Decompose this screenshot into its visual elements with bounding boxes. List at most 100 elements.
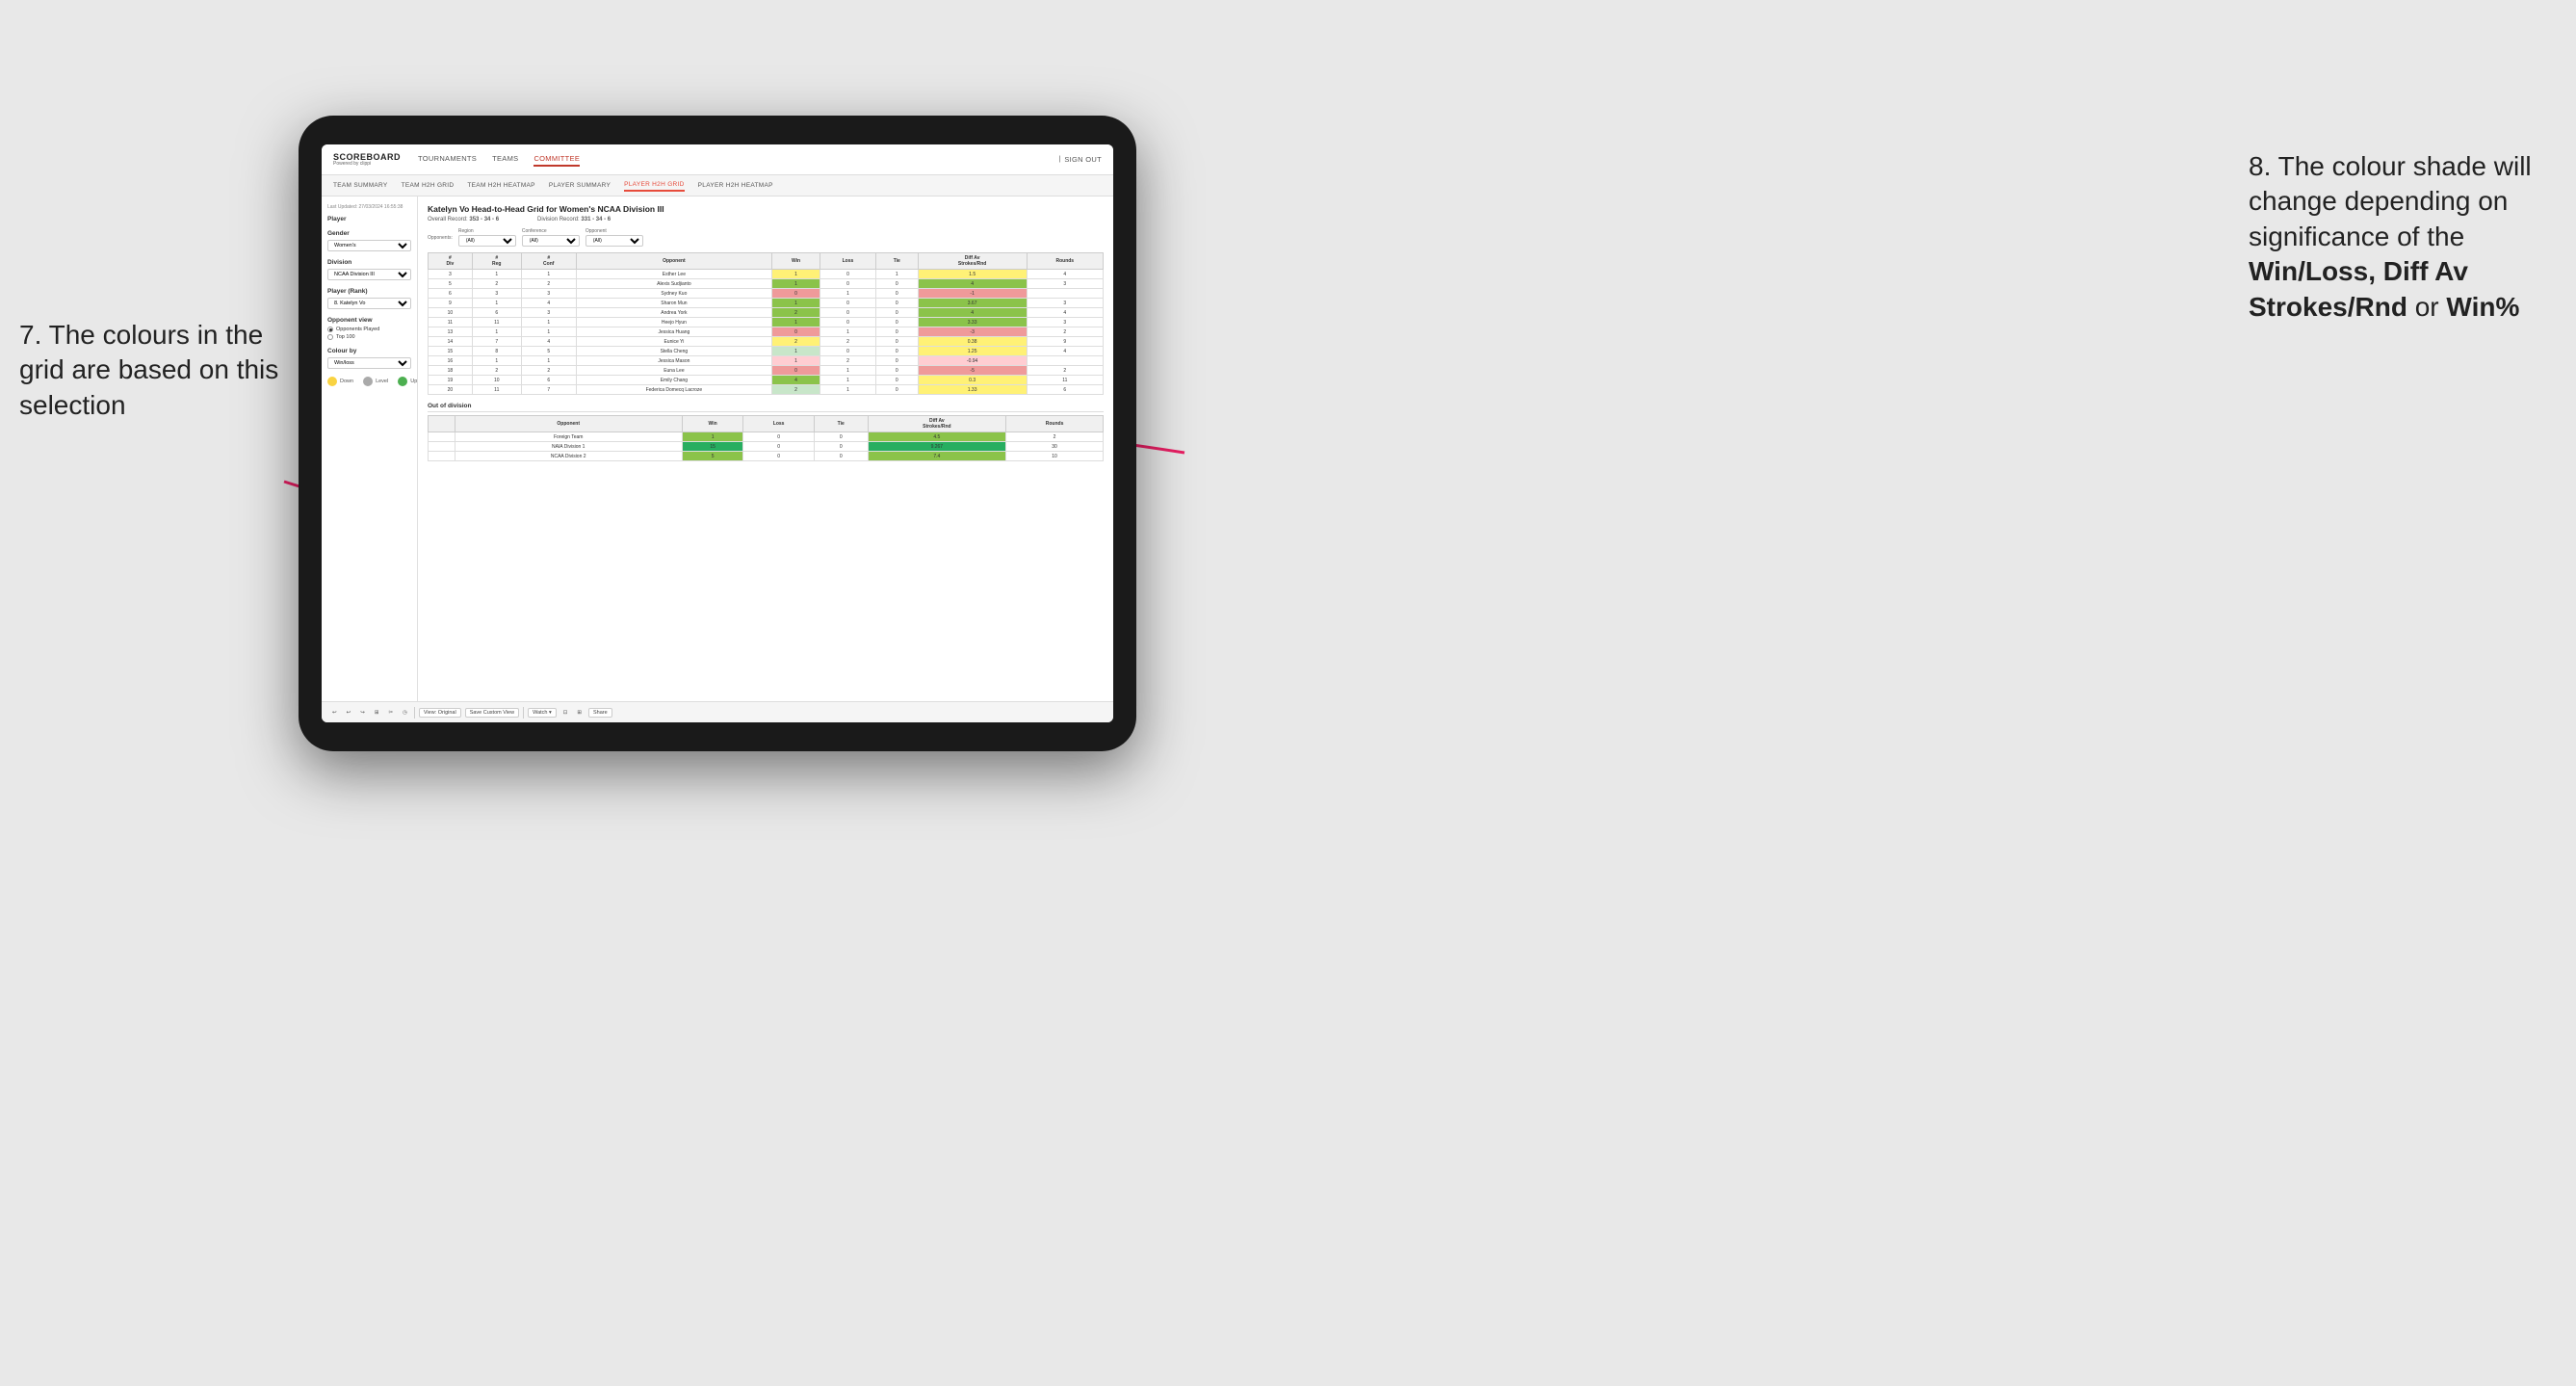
bottom-toolbar: ↩ ↩ ↪ ⊞ ✂ ◷ View: Original Save Custom V… xyxy=(322,701,1113,722)
td-tie-2: 0 xyxy=(875,289,918,299)
ood-td-tie-0: 0 xyxy=(814,432,868,442)
ood-td-win-1: 15 xyxy=(682,442,743,452)
td-conf-2: 3 xyxy=(521,289,576,299)
toolbar-grid[interactable]: ⊞ xyxy=(372,709,382,717)
filter-conference: Conference (All) xyxy=(522,228,580,247)
td-diff-11: 0.3 xyxy=(918,376,1027,385)
td-tie-12: 0 xyxy=(875,385,918,395)
td-div-12: 20 xyxy=(429,385,473,395)
sub-nav-team-h2h-heatmap[interactable]: TEAM H2H HEATMAP xyxy=(467,180,534,191)
td-tie-10: 0 xyxy=(875,366,918,376)
th-loss: Loss xyxy=(820,253,876,270)
td-rounds-9 xyxy=(1027,356,1103,366)
td-opponent-7: Eunice Yi xyxy=(576,337,771,347)
sidebar-radio-top100[interactable]: Top 100 xyxy=(327,334,411,340)
table-row: 19 10 6 Emily Chang 4 1 0 0.3 11 xyxy=(429,376,1104,385)
td-rounds-10: 2 xyxy=(1027,366,1103,376)
sidebar-player-rank-label: Player (Rank) xyxy=(327,288,411,295)
td-conf-6: 1 xyxy=(521,327,576,337)
nav-teams[interactable]: TEAMS xyxy=(492,152,518,167)
toolbar-undo1[interactable]: ↩ xyxy=(329,709,340,717)
annotation-right-text: 8. The colour shade will change dependin… xyxy=(2249,151,2532,322)
out-of-division-table: Opponent Win Loss Tie Diff AvStrokes/Rnd… xyxy=(428,415,1104,461)
sidebar-colour-by-select[interactable]: Win/loss xyxy=(327,357,411,369)
logo-sub: Powered by clippi xyxy=(333,162,401,167)
sub-nav-team-h2h-grid[interactable]: TEAM H2H GRID xyxy=(402,180,455,191)
sub-nav-player-h2h-heatmap[interactable]: PLAYER H2H HEATMAP xyxy=(698,180,773,191)
sub-nav-team-summary[interactable]: TEAM SUMMARY xyxy=(333,180,388,191)
sidebar-gender-select[interactable]: Women's xyxy=(327,240,411,251)
td-diff-6: -3 xyxy=(918,327,1027,337)
td-win-9: 1 xyxy=(772,356,820,366)
td-loss-9: 2 xyxy=(820,356,876,366)
td-diff-4: 4 xyxy=(918,308,1027,318)
toolbar-share[interactable]: Share xyxy=(588,708,612,718)
ood-td-win-0: 1 xyxy=(682,432,743,442)
sidebar-division-select[interactable]: NCAA Division III xyxy=(327,269,411,280)
toolbar-icon1[interactable]: ⊡ xyxy=(560,709,571,717)
td-loss-8: 0 xyxy=(820,347,876,356)
filter-opponent: Opponent (All) xyxy=(585,228,643,247)
td-reg-0: 1 xyxy=(472,270,521,279)
toolbar-undo2[interactable]: ↩ xyxy=(344,709,354,717)
toolbar-save-custom[interactable]: Save Custom View xyxy=(465,708,519,718)
toolbar-clock[interactable]: ◷ xyxy=(400,709,410,717)
th-div: #Div xyxy=(429,253,473,270)
opponent-select[interactable]: (All) xyxy=(585,235,643,247)
td-reg-10: 2 xyxy=(472,366,521,376)
td-opponent-0: Esther Lee xyxy=(576,270,771,279)
table-header-row: #Div #Reg #Conf Opponent Win Loss Tie Di… xyxy=(429,253,1104,270)
region-label: Region xyxy=(458,228,516,234)
nav-committee[interactable]: COMMITTEE xyxy=(533,152,580,167)
table-row: 16 1 1 Jessica Mason 1 2 0 -0.94 xyxy=(429,356,1104,366)
ood-td-loss-1: 0 xyxy=(743,442,815,452)
td-rounds-5: 3 xyxy=(1027,318,1103,327)
td-conf-3: 4 xyxy=(521,299,576,308)
legend-up-label: Up xyxy=(410,379,417,384)
toolbar-view-original[interactable]: View: Original xyxy=(419,708,461,718)
toolbar-watch[interactable]: Watch ▾ xyxy=(528,708,557,718)
ood-th-tie: Tie xyxy=(814,416,868,432)
td-div-1: 5 xyxy=(429,279,473,289)
nav-tournaments[interactable]: TOURNAMENTS xyxy=(418,152,477,167)
ood-th-empty xyxy=(429,416,455,432)
sidebar-colour-by-section: Colour by Win/loss xyxy=(327,348,411,369)
toolbar-scissors[interactable]: ✂ xyxy=(385,709,396,717)
td-rounds-0: 4 xyxy=(1027,270,1103,279)
ood-td-empty-0 xyxy=(429,432,455,442)
td-conf-12: 7 xyxy=(521,385,576,395)
sub-nav-player-h2h-grid[interactable]: PLAYER H2H GRID xyxy=(624,179,685,192)
td-reg-5: 11 xyxy=(472,318,521,327)
td-tie-8: 0 xyxy=(875,347,918,356)
nav-signin[interactable]: Sign out xyxy=(1064,153,1102,166)
td-div-5: 11 xyxy=(429,318,473,327)
td-win-1: 1 xyxy=(772,279,820,289)
td-loss-10: 1 xyxy=(820,366,876,376)
toolbar-icon2[interactable]: ⊞ xyxy=(574,709,585,717)
table-row: 13 1 1 Jessica Huang 0 1 0 -3 2 xyxy=(429,327,1104,337)
td-loss-0: 0 xyxy=(820,270,876,279)
sidebar-radio-group: Opponents Played Top 100 xyxy=(327,327,411,340)
td-conf-11: 6 xyxy=(521,376,576,385)
ood-td-rounds-1: 30 xyxy=(1006,442,1104,452)
opponents-label: Opponents: xyxy=(428,235,453,241)
td-win-8: 1 xyxy=(772,347,820,356)
sidebar-player-rank-select[interactable]: 8. Katelyn Vo xyxy=(327,298,411,309)
td-loss-5: 0 xyxy=(820,318,876,327)
sub-nav-player-summary[interactable]: PLAYER SUMMARY xyxy=(549,180,611,191)
td-loss-6: 1 xyxy=(820,327,876,337)
td-conf-10: 2 xyxy=(521,366,576,376)
th-diff: Diff AvStrokes/Rnd xyxy=(918,253,1027,270)
toolbar-redo[interactable]: ↪ xyxy=(357,709,368,717)
sidebar-radio-opponents-played[interactable]: Opponents Played xyxy=(327,327,411,332)
td-reg-11: 10 xyxy=(472,376,521,385)
td-diff-7: 0.38 xyxy=(918,337,1027,347)
td-tie-7: 0 xyxy=(875,337,918,347)
td-tie-1: 0 xyxy=(875,279,918,289)
main-content: Last Updated: 27/03/2024 16:55:38 Player… xyxy=(322,196,1113,701)
sub-nav: TEAM SUMMARY TEAM H2H GRID TEAM H2H HEAT… xyxy=(322,175,1113,196)
td-win-12: 2 xyxy=(772,385,820,395)
conference-select[interactable]: (All) xyxy=(522,235,580,247)
sidebar-player-section: Player xyxy=(327,216,411,222)
region-select[interactable]: (All) xyxy=(458,235,516,247)
